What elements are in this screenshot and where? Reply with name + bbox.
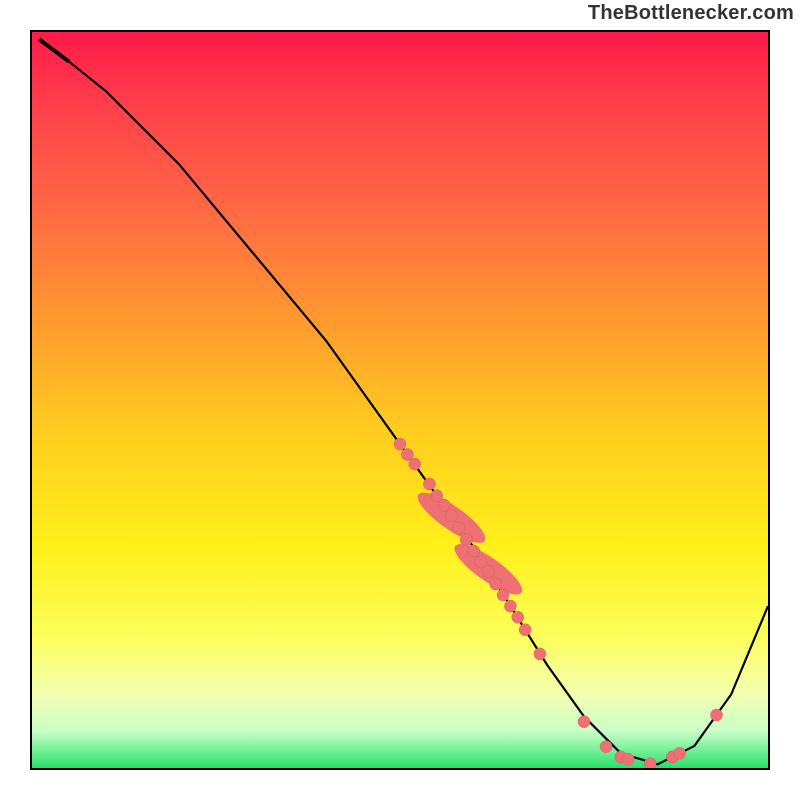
scatter-point [482,565,494,577]
scatter-point [423,478,435,490]
scatter-point [467,545,479,557]
bottleneck-curve-line [39,39,768,764]
scatter-point [644,757,656,768]
scatter-point [534,648,546,660]
scatter-point [622,753,634,765]
scatter-point [460,534,472,546]
scatter-point [710,709,722,721]
scatter-point [578,715,590,727]
chart-svg [32,32,768,768]
watermark-text: TheBottlenecker.com [588,2,794,25]
scatter-point [497,589,509,601]
scatter-point [504,600,516,612]
scatter-point [512,611,524,623]
scatter-point [453,522,465,534]
scatter-point [445,509,457,521]
scatter-point [519,623,531,635]
scatter-point [409,458,421,470]
scatter-point [674,747,686,759]
scatter-point [490,578,502,590]
scatter-point [600,740,612,752]
scatter-point [438,499,450,511]
chart-canvas [30,30,770,770]
scatter-points-group [394,438,723,768]
bottleneck-curve-start-edge [39,39,68,61]
scatter-point [394,438,406,450]
